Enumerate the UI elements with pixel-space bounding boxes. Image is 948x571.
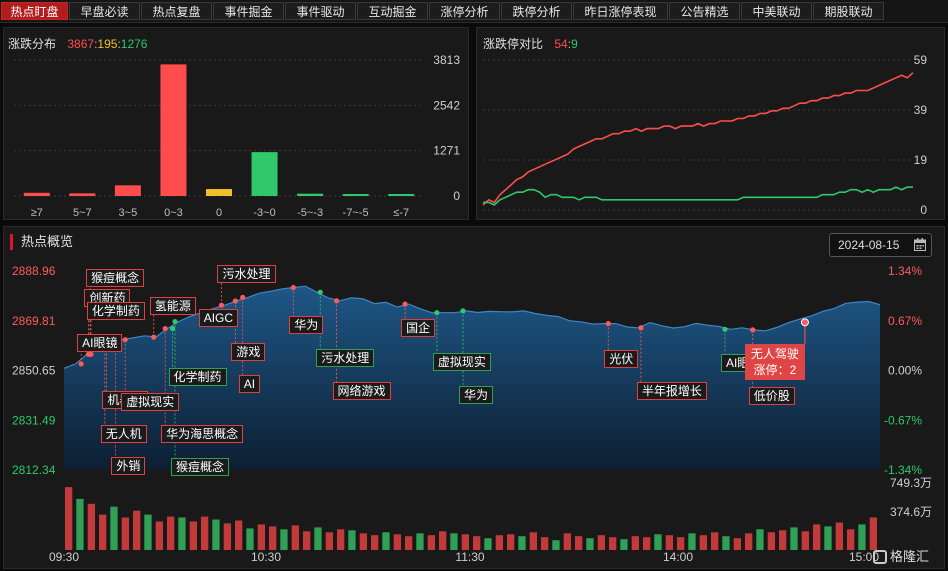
dist-xtick: ≤-7 <box>393 207 409 219</box>
ratio-series-0 <box>482 72 914 206</box>
limit-ratio-panel: 涨跌停对比 54:9 59 39 19 0 <box>476 27 945 220</box>
dist-bar <box>69 193 96 196</box>
tab-3[interactable]: 事件掘金 <box>213 2 284 20</box>
dist-ytick: 0 <box>453 189 460 203</box>
top-tab-bar: 热点盯盘 早盘必读 热点复盘 事件掘金 事件驱动 互动掘金 涨停分析 跌停分析 昨日涨停表现 公告… <box>0 0 948 23</box>
dist-ytick: 3813 <box>433 53 460 67</box>
hotspot-overview-title: 热点概览 <box>10 234 73 250</box>
hotspot-label[interactable]: 国企 <box>401 319 436 337</box>
dist-bar <box>23 192 50 196</box>
hotspot-label[interactable]: AI <box>238 375 261 393</box>
watermark-logo: 格隆汇 <box>873 546 929 565</box>
ratio-ytick: 0 <box>920 203 927 217</box>
limit-ratio-line-chart: 59 39 19 0 <box>482 53 928 217</box>
tab-2[interactable]: 热点复盘 <box>141 2 212 20</box>
dist-xtick: -7~-5 <box>343 207 369 219</box>
ratio-ytick: 59 <box>914 53 928 67</box>
hotspot-label[interactable]: AIGC <box>198 309 239 327</box>
hotspot-label[interactable]: AI眼镜 <box>77 334 123 352</box>
dist-bar <box>388 194 415 196</box>
hotspot-label[interactable]: 华为 <box>459 386 494 404</box>
hotspot-label[interactable]: 外销 <box>111 457 146 475</box>
hotspot-label[interactable]: 化学制药 <box>168 368 227 386</box>
logo-icon <box>873 550 887 564</box>
ratio-series-1 <box>483 186 913 206</box>
tab-7[interactable]: 跌停分析 <box>501 2 572 20</box>
limit-up-callout[interactable]: 无人驾驶 涨停：2 <box>744 344 805 381</box>
dist-bar <box>251 152 278 196</box>
dist-xtick: 0~3 <box>164 207 183 219</box>
callout-line: 无人驾驶 <box>750 347 799 362</box>
tab-11[interactable]: 期股联动 <box>813 2 884 20</box>
distribution-panel: 涨跌分布 3867:195:1276 3813 2542 1271 0 ≥7 5~7 3~5… <box>3 27 469 220</box>
tab-4[interactable]: 事件驱动 <box>285 2 356 20</box>
hotspot-label[interactable]: 污水处理 <box>217 265 276 283</box>
hotspot-label[interactable]: 游戏 <box>231 343 266 361</box>
date-value: 2024-08-15 <box>838 238 900 252</box>
tab-0[interactable]: 热点盯盘 <box>1 2 68 20</box>
dist-xtick: -3~0 <box>253 207 275 219</box>
hotspot-label[interactable]: 无人机 <box>100 425 147 443</box>
hotspot-label[interactable]: 低价股 <box>748 387 795 405</box>
tab-1[interactable]: 早盘必读 <box>69 2 140 20</box>
hotspot-label[interactable]: 氢能源 <box>149 297 196 315</box>
hotspot-label[interactable]: 猴痘概念 <box>170 458 229 476</box>
ratio-ytick: 39 <box>914 103 928 117</box>
distribution-bar-chart: 3813 2542 1271 0 ≥7 5~7 3~5 0~3 0 -3~0 -5~-3 -7~-5 ≤… <box>14 53 460 219</box>
dist-bar <box>160 64 187 196</box>
callout-line: 涨停：2 <box>753 363 797 378</box>
hotspot-label[interactable]: 光伏 <box>604 350 639 368</box>
dist-bar <box>206 189 232 196</box>
dist-xtick: 3~5 <box>119 207 138 219</box>
calendar-icon <box>914 238 926 251</box>
dist-xtick: -5~-3 <box>297 207 323 219</box>
hotspot-label[interactable]: 华为海思概念 <box>161 425 244 443</box>
dist-ytick: 2542 <box>433 98 460 112</box>
dist-xtick: 0 <box>216 207 222 219</box>
tab-8[interactable]: 昨日涨停表现 <box>573 2 668 20</box>
tab-5[interactable]: 互动掘金 <box>357 2 428 20</box>
ratio-ytick: 19 <box>914 153 928 167</box>
dist-bar <box>114 185 141 196</box>
dist-xtick: 5~7 <box>73 207 92 219</box>
hotspot-label[interactable]: 污水处理 <box>316 349 375 367</box>
hotspot-label[interactable]: 华为 <box>289 316 324 334</box>
hotspot-label[interactable]: 半年报增长 <box>636 382 707 400</box>
tab-9[interactable]: 公告精选 <box>669 2 740 20</box>
dist-ytick: 1271 <box>433 144 460 158</box>
hotspot-label[interactable]: 网络游戏 <box>332 382 391 400</box>
tab-6[interactable]: 涨停分析 <box>429 2 500 20</box>
hotspot-label[interactable]: 猴痘概念 <box>86 269 145 287</box>
tab-10[interactable]: 中美联动 <box>741 2 812 20</box>
date-picker[interactable]: 2024-08-15 <box>829 233 932 257</box>
hotspot-label[interactable]: 化学制药 <box>86 302 145 320</box>
dist-bar <box>297 193 324 196</box>
logo-text: 格隆汇 <box>890 549 930 564</box>
hotspot-label[interactable]: 虚拟现实 <box>121 393 180 411</box>
hotspot-label[interactable]: 虚拟现实 <box>432 353 491 371</box>
dist-xtick: ≥7 <box>31 207 43 219</box>
dist-bar <box>342 194 369 196</box>
